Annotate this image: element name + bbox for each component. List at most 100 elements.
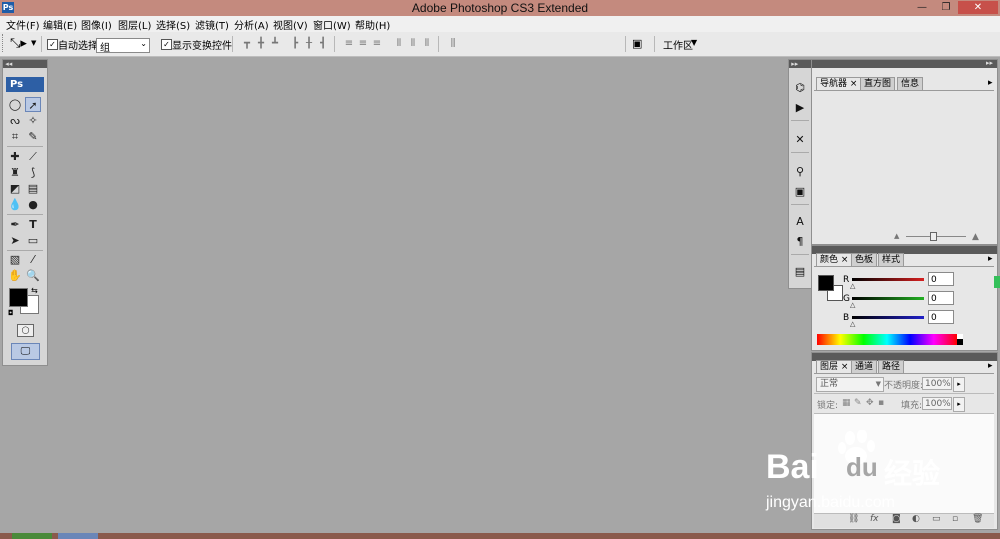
red-slider-handle[interactable]: △ bbox=[850, 282, 855, 290]
lock-transparency-icon[interactable]: ▦ bbox=[842, 398, 851, 408]
lock-all-icon[interactable]: ▪ bbox=[878, 398, 884, 408]
distribute-bottom-icon[interactable]: ≡ bbox=[370, 38, 384, 50]
character-panel-icon[interactable]: A bbox=[792, 214, 808, 230]
blur-tool-icon[interactable]: 💧 bbox=[7, 197, 23, 212]
dock-header[interactable]: ▸▸ bbox=[789, 60, 811, 68]
opacity-slider-button[interactable]: ▸ bbox=[953, 377, 965, 392]
slice-tool-icon[interactable]: ✎ bbox=[25, 129, 41, 144]
menu-edit[interactable]: 编辑(E) bbox=[43, 17, 77, 32]
menu-image[interactable]: 图像(I) bbox=[81, 17, 112, 32]
layer-style-icon[interactable]: fx bbox=[870, 514, 879, 524]
taskbar-start-icon[interactable] bbox=[12, 533, 52, 539]
menu-help[interactable]: 帮助(H) bbox=[355, 17, 390, 32]
distribute-hcenter-icon[interactable]: ⦀ bbox=[406, 38, 420, 50]
tool-preset-dropdown-icon[interactable]: ▼ bbox=[31, 39, 36, 47]
layer-comps-icon[interactable]: ▤ bbox=[792, 264, 808, 280]
notes-tool-icon[interactable]: ▧ bbox=[7, 252, 23, 267]
path-selection-tool-icon[interactable]: ➤ bbox=[7, 233, 23, 248]
auto-select-dropdown[interactable]: 组 ⌄ bbox=[96, 38, 150, 54]
green-field[interactable]: 0 bbox=[928, 291, 954, 305]
color-spectrum-bar[interactable] bbox=[817, 334, 957, 345]
distribute-left-icon[interactable]: ⦀ bbox=[392, 38, 406, 50]
lasso-tool-icon[interactable]: ᔓ bbox=[7, 113, 23, 128]
blue-slider[interactable] bbox=[852, 316, 924, 319]
tab-channels[interactable]: 通道 bbox=[851, 360, 878, 374]
screen-mode-icon[interactable]: 🖵 bbox=[11, 343, 40, 360]
tab-swatches[interactable]: 色板 bbox=[851, 253, 878, 267]
dodge-tool-icon[interactable]: ● bbox=[25, 197, 41, 212]
eyedropper-tool-icon[interactable]: ⁄ bbox=[25, 252, 41, 267]
fill-field[interactable]: 100% bbox=[922, 397, 952, 410]
move-tool-icon[interactable]: ➚ bbox=[25, 97, 41, 112]
align-right-icon[interactable]: ┫ bbox=[316, 38, 330, 50]
marquee-tool-icon[interactable]: ◯ bbox=[7, 97, 23, 112]
panel-menu-icon[interactable]: ▸ bbox=[988, 361, 993, 371]
move-tool-icon[interactable]: ⤡▸ bbox=[10, 36, 27, 51]
link-layers-icon[interactable]: ⛓ bbox=[848, 514, 859, 524]
restore-button[interactable]: ❐ bbox=[936, 1, 956, 14]
zoom-slider-handle[interactable] bbox=[930, 232, 937, 241]
distribute-top-icon[interactable]: ≡ bbox=[342, 38, 356, 50]
align-top-icon[interactable]: ┳ bbox=[240, 38, 254, 50]
menu-window[interactable]: 窗口(W) bbox=[313, 17, 351, 32]
actions-panel-icon[interactable]: ▣ bbox=[792, 184, 808, 200]
red-field[interactable]: 0 bbox=[928, 272, 954, 286]
options-grip[interactable] bbox=[2, 34, 6, 52]
crop-tool-icon[interactable]: ⌗ bbox=[7, 129, 23, 144]
paragraph-panel-icon[interactable]: ¶ bbox=[792, 234, 808, 250]
tab-color[interactable]: 颜色 × bbox=[816, 253, 853, 267]
gradient-tool-icon[interactable]: ▤ bbox=[25, 181, 41, 196]
align-bottom-icon[interactable]: ┻ bbox=[268, 38, 282, 50]
minimize-button[interactable]: — bbox=[912, 1, 932, 14]
new-group-icon[interactable]: ▭ bbox=[932, 514, 941, 524]
zoom-tool-icon[interactable]: 🔍 bbox=[25, 268, 41, 283]
magic-wand-tool-icon[interactable]: ✧ bbox=[25, 113, 41, 128]
lock-position-icon[interactable]: ✥ bbox=[866, 398, 874, 408]
show-transform-checkbox[interactable]: ✓ bbox=[161, 39, 172, 50]
healing-brush-tool-icon[interactable]: ✚ bbox=[7, 149, 23, 164]
distribute-vcenter-icon[interactable]: ≡ bbox=[356, 38, 370, 50]
fill-slider-button[interactable]: ▸ bbox=[953, 397, 965, 412]
animation-panel-icon[interactable]: ▶ bbox=[792, 100, 808, 116]
toolbox-header[interactable]: ◂◂ bbox=[3, 60, 47, 68]
workspace-dropdown-icon[interactable]: ▼ bbox=[691, 38, 697, 47]
panel-edge-tab[interactable] bbox=[994, 276, 1000, 288]
tab-styles[interactable]: 样式 bbox=[878, 253, 905, 267]
clone-stamp-tool-icon[interactable]: ♜ bbox=[7, 165, 23, 180]
type-tool-icon[interactable]: T bbox=[25, 217, 41, 232]
new-layer-icon[interactable]: ▫ bbox=[952, 514, 958, 524]
panel-header[interactable] bbox=[812, 60, 997, 68]
lock-pixels-icon[interactable]: ✎ bbox=[854, 398, 862, 408]
brushes-panel-icon[interactable]: ⌬ bbox=[792, 80, 808, 96]
history-panel-icon[interactable]: ⚲ bbox=[792, 164, 808, 180]
photoshop-badge[interactable]: Ps bbox=[6, 77, 44, 92]
auto-select-checkbox[interactable]: ✓ bbox=[47, 39, 58, 50]
panel-menu-icon[interactable]: ▸ bbox=[988, 78, 993, 88]
quick-mask-icon[interactable]: ◯ bbox=[17, 324, 34, 337]
align-left-icon[interactable]: ┣ bbox=[288, 38, 302, 50]
tab-navigator[interactable]: 导航器 × bbox=[816, 77, 862, 91]
tab-histogram[interactable]: 直方图 bbox=[860, 77, 896, 91]
auto-align-icon[interactable]: ⫼ bbox=[446, 38, 460, 50]
black-swatch[interactable] bbox=[957, 339, 963, 345]
align-vcenter-icon[interactable]: ╋ bbox=[254, 38, 268, 50]
brush-tool-icon[interactable]: ⟋ bbox=[25, 149, 41, 164]
blue-field[interactable]: 0 bbox=[928, 310, 954, 324]
zoom-out-icon[interactable]: ▲ bbox=[894, 232, 899, 240]
tab-paths[interactable]: 路径 bbox=[878, 360, 905, 374]
shape-tool-icon[interactable]: ▭ bbox=[25, 233, 41, 248]
red-slider[interactable] bbox=[852, 278, 924, 281]
pen-tool-icon[interactable]: ✒ bbox=[7, 217, 23, 232]
menu-view[interactable]: 视图(V) bbox=[273, 17, 308, 32]
history-brush-tool-icon[interactable]: ⟆ bbox=[25, 165, 41, 180]
menu-filter[interactable]: 滤镜(T) bbox=[195, 17, 229, 32]
collapse-icon[interactable]: ▸▸ bbox=[986, 59, 993, 67]
distribute-right-icon[interactable]: ⦀ bbox=[420, 38, 434, 50]
green-slider[interactable] bbox=[852, 297, 924, 300]
green-slider-handle[interactable]: △ bbox=[850, 301, 855, 309]
trash-icon[interactable]: 🗑 bbox=[972, 514, 983, 524]
align-hcenter-icon[interactable]: ╂ bbox=[302, 38, 316, 50]
menu-file[interactable]: 文件(F) bbox=[6, 17, 40, 32]
panel-menu-icon[interactable]: ▸ bbox=[988, 254, 993, 264]
tab-layers[interactable]: 图层 × bbox=[816, 360, 853, 374]
